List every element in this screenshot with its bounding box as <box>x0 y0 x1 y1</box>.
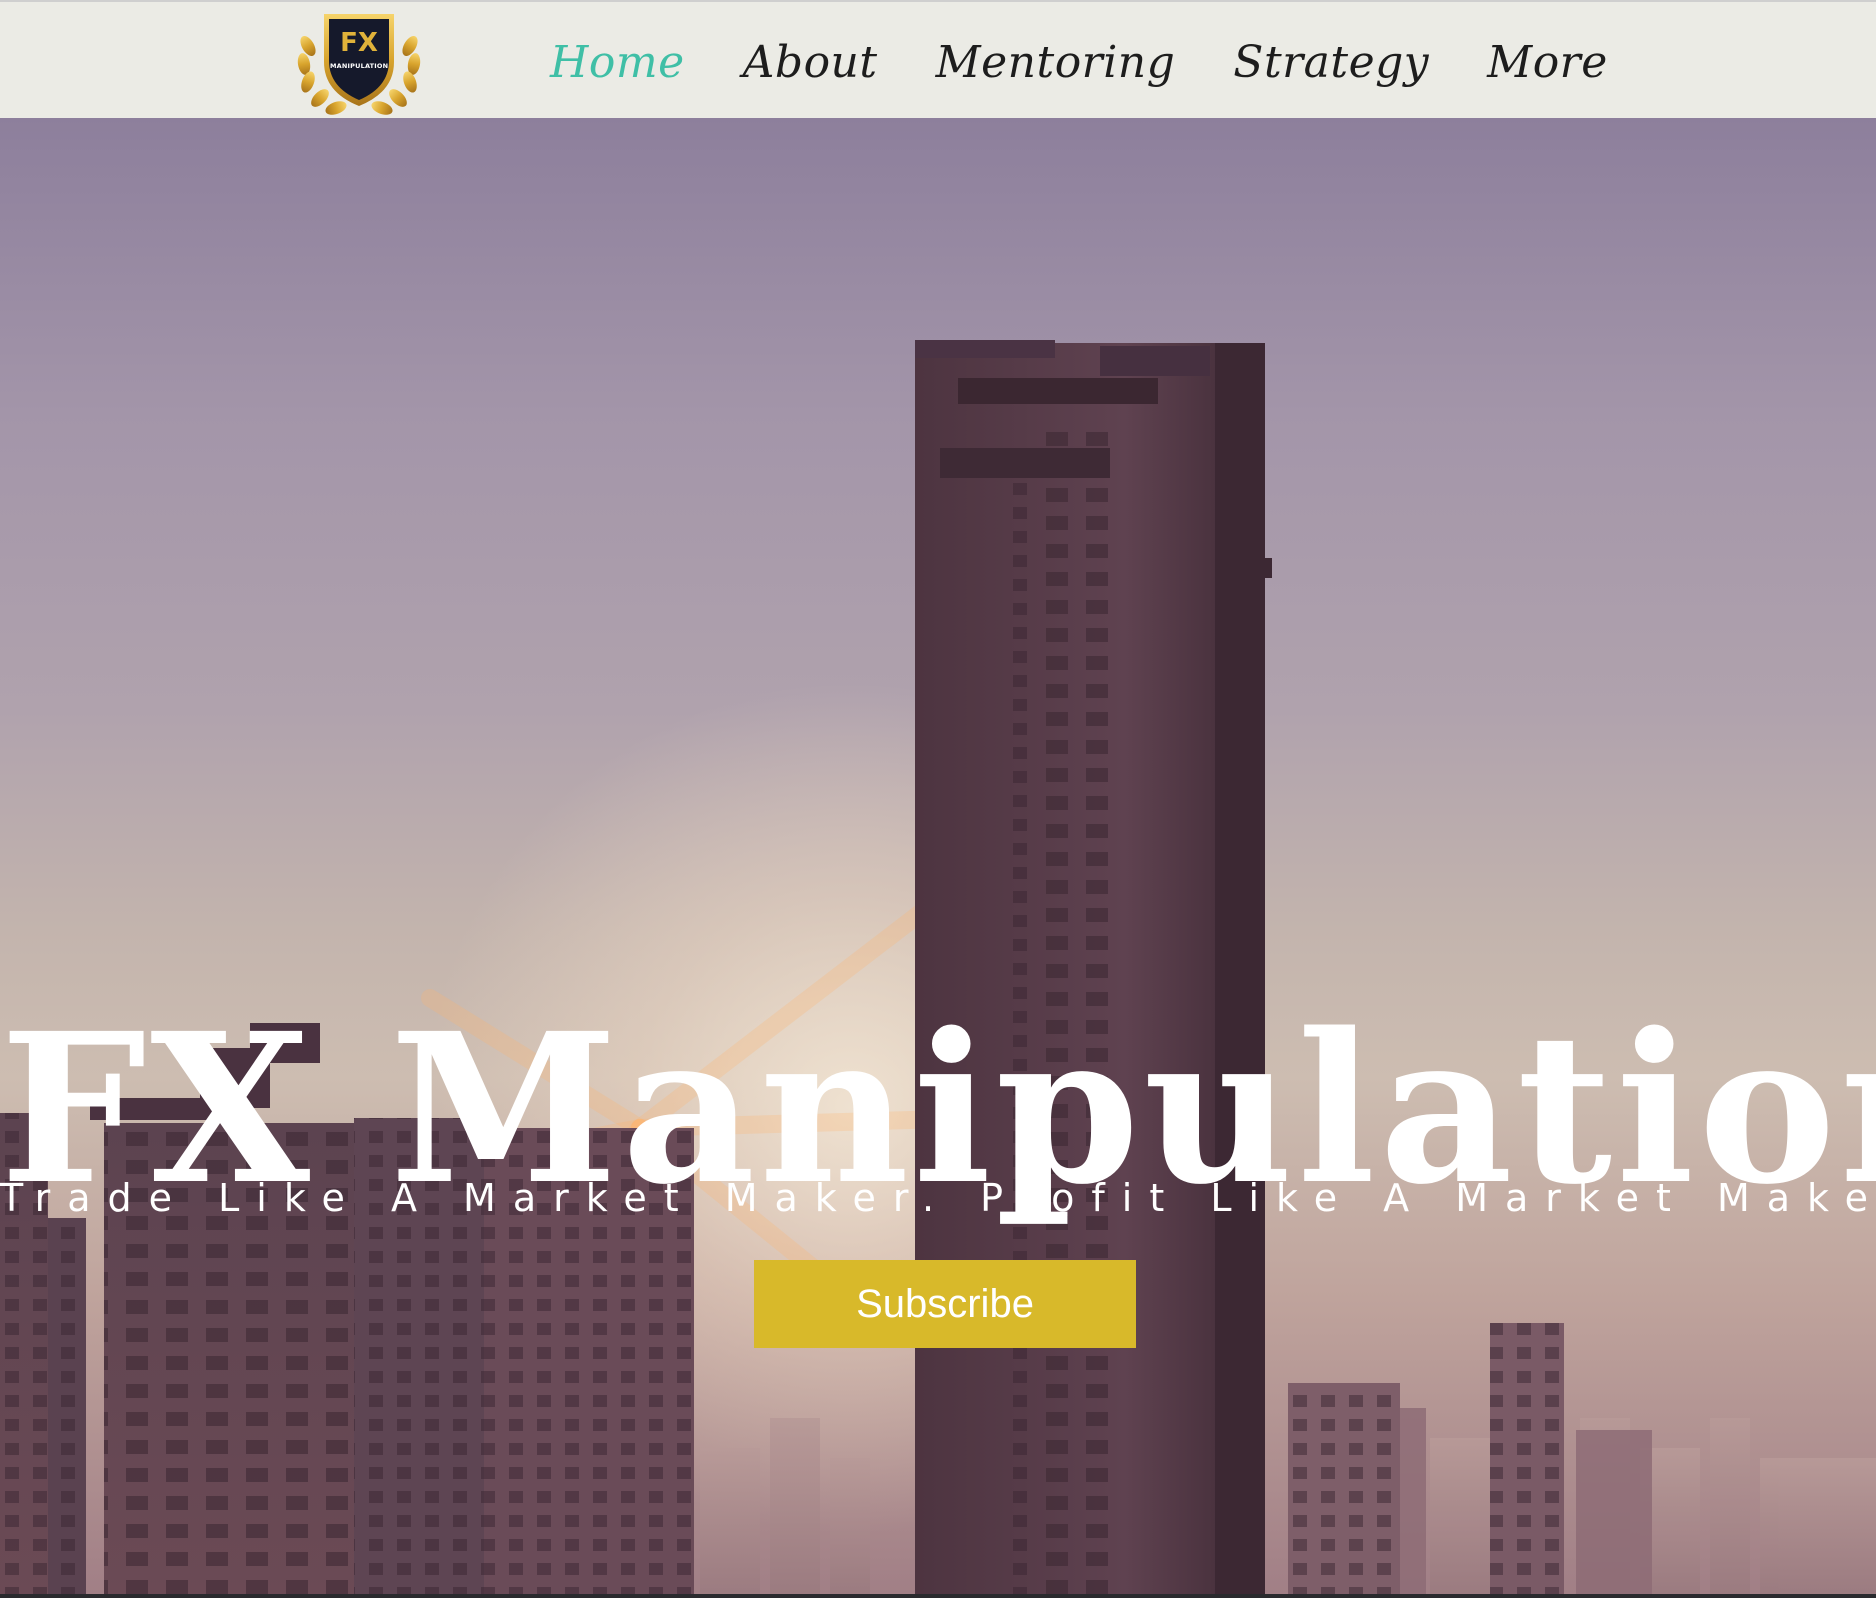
nav-item-about[interactable]: About <box>743 37 878 88</box>
hero-skyline-image <box>0 340 1876 1594</box>
hero-section: FX Manipulation Trade Like A Market Make… <box>0 118 1876 1594</box>
nav-item-strategy[interactable]: Strategy <box>1233 37 1429 88</box>
site-header: FX MANIPULATION Home About Mentoring Str… <box>0 0 1876 118</box>
subscribe-button[interactable]: Subscribe <box>754 1260 1136 1348</box>
logo-text-sub: MANIPULATION <box>330 62 389 70</box>
nav-item-mentoring[interactable]: Mentoring <box>936 37 1176 88</box>
main-nav: Home About Mentoring Strategy More <box>550 32 1666 92</box>
site-logo[interactable]: FX MANIPULATION <box>294 6 424 118</box>
nav-item-more[interactable]: More <box>1487 37 1608 88</box>
page: FX MANIPULATION Home About Mentoring Str… <box>0 0 1876 1598</box>
nav-item-home[interactable]: Home <box>550 37 685 88</box>
bottom-edge-bar <box>0 1594 1876 1598</box>
hero-subtitle: Trade Like A Market Maker. Profit Like A… <box>0 1176 1876 1220</box>
logo-text-main: FX <box>340 28 378 58</box>
